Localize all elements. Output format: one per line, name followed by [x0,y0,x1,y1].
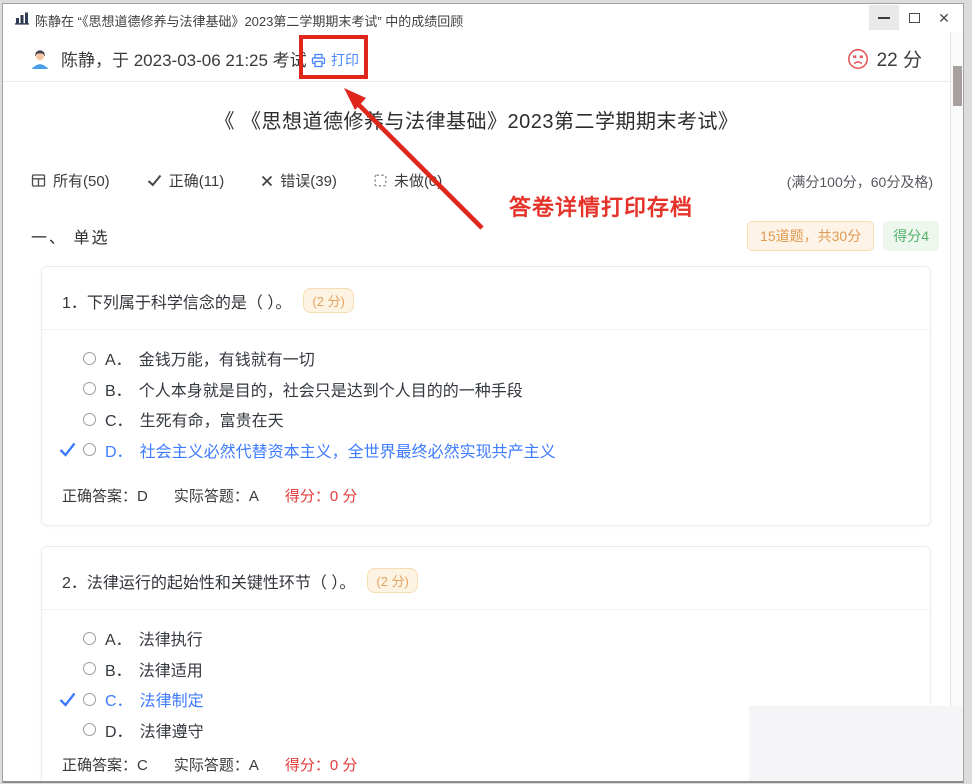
sad-face-icon [847,48,869,70]
radio-icon[interactable] [83,412,96,426]
filter-wrong[interactable]: 错误(39) [261,170,337,191]
radio-icon[interactable] [83,382,96,396]
question-score: 得分：0 分 [284,757,358,774]
question-score: 得分：0 分 [284,488,358,505]
window-controls: ✕ [869,5,959,30]
print-label: 打印 [331,52,359,68]
option-letter: B． [105,382,132,400]
radio-icon[interactable] [83,443,96,457]
check-icon [147,174,162,187]
question-stem-row: 1．下列属于科学信念的是（ ）。 (2 分) [62,288,914,313]
question-1-answer-row: 正确答案：D 实际答题：A 得分：0 分 [62,485,357,506]
filter-undone[interactable]: 未做(0) [374,170,442,191]
filter-tabs: 所有(50) 正确(11) 错误(39) 未做(0) [31,170,442,191]
scrollbar-thumb[interactable] [953,66,962,106]
option-a[interactable]: A． 法律执行 [59,623,914,654]
divider [42,329,930,330]
user-row: 陈静，于 2023-03-06 21:25 考试 [29,46,307,71]
points-badge: (2 分) [367,568,418,593]
filter-wrong-label: 错误(39) [280,173,337,190]
radio-icon[interactable] [83,351,96,365]
all-questions-icon [31,173,46,188]
option-letter: A． [105,352,132,370]
minimize-icon [878,16,890,19]
close-button[interactable]: ✕ [929,5,959,30]
section-count-badge: 15道题，共30分 [747,221,875,251]
question-stem-row: 2．法律运行的起始性和关键性环节（ ）。 (2 分) [62,568,914,593]
maximize-icon [908,12,920,23]
pass-note: (满分100分，60分及格) [786,174,933,190]
results-window: 陈静在 “《思想道德修养与法律基础》2023第二学期期末考试” 中的成绩回顾 ✕… [2,3,964,783]
question-2-stem: 2．法律运行的起始性和关键性环节（ ）。 [62,574,356,592]
total-score: 22 分 [847,45,922,72]
filter-all[interactable]: 所有(50) [31,170,110,191]
section-title: 一、 单选 [31,230,110,247]
points-badge: (2 分) [303,288,354,313]
filter-correct-label: 正确(11) [168,173,225,190]
option-letter: D． [105,443,133,461]
overlay-panel [749,706,963,781]
section-badges: 15道题，共30分 得分4 [747,221,939,251]
radio-icon[interactable] [83,723,96,737]
window-title: 陈静在 “《思想道德修养与法律基础》2023第二学期期末考试” 中的成绩回顾 [35,14,464,29]
option-text: 生死有命，富贵在天 [139,413,284,431]
exam-title: 《 《思想道德修养与法律基础》2023第二学期期末考试》 [214,111,739,133]
actual-answer: 实际答题：A [173,488,259,505]
cross-icon [261,175,273,187]
option-text: 法律适用 [138,662,203,680]
option-text: 个人本身就是目的，社会只是达到个人目的的一种手段 [138,382,523,400]
print-button[interactable]: 打印 [311,50,359,70]
vertical-scrollbar[interactable] [950,32,963,781]
minimize-button[interactable] [869,5,899,30]
question-2-answer-row: 正确答案：C 实际答题：A 得分：0 分 [62,754,357,775]
report-header: 陈静，于 2023-03-06 21:25 考试 打印 22 分 [3,32,950,82]
radio-icon[interactable] [83,631,96,645]
bar-chart-icon [15,11,29,25]
correct-check-icon [59,692,83,707]
question-1-options: A． 金钱万能，有钱就有一切 B． 个人本身就是目的，社会只是达到个人目的的一种… [59,343,914,465]
option-letter: C． [105,413,133,431]
filter-undone-label: 未做(0) [393,173,443,190]
option-letter: B． [105,662,132,680]
filter-correct[interactable]: 正确(11) [147,170,225,191]
correct-answer: 正确答案：D [62,488,148,505]
option-a[interactable]: A． 金钱万能，有钱就有一切 [59,343,914,374]
option-text: 法律遵守 [139,723,204,741]
option-text: 金钱万能，有钱就有一切 [138,352,315,370]
option-letter: A． [105,632,132,650]
option-letter: C． [105,693,133,711]
correct-answer: 正确答案：C [62,757,148,774]
annotation-callout: 答卷详情打印存档 [509,195,694,220]
radio-icon[interactable] [83,692,96,706]
total-score-value: 22 分 [876,50,922,71]
title-bar: 陈静在 “《思想道德修养与法律基础》2023第二学期期末考试” 中的成绩回顾 ✕ [3,4,963,32]
maximize-button[interactable] [899,5,929,30]
option-letter: D． [105,723,133,741]
actual-answer: 实际答题：A [173,757,259,774]
avatar-icon [29,48,51,70]
correct-check-icon [59,442,83,458]
option-d-correct[interactable]: D． 社会主义必然代替资本主义，全世界最终必然实现共产主义 [59,435,914,466]
option-c[interactable]: C． 生死有命，富贵在天 [59,404,914,435]
option-text: 社会主义必然代替资本主义，全世界最终必然实现共产主义 [139,443,556,461]
printer-icon [311,53,326,68]
option-b[interactable]: B． 个人本身就是目的，社会只是达到个人目的的一种手段 [59,374,914,405]
radio-icon[interactable] [83,662,96,676]
option-text: 法律执行 [138,632,203,650]
option-b[interactable]: B． 法律适用 [59,654,914,685]
divider [42,609,930,610]
section-row: 一、 单选 15道题，共30分 得分4 [31,221,939,251]
filter-all-label: 所有(50) [53,173,110,190]
question-card-1: 1．下列属于科学信念的是（ ）。 (2 分) A． 金钱万能，有钱就有一切 B．… [41,266,931,526]
question-1-stem: 1．下列属于科学信念的是（ ）。 [62,294,292,312]
section-score-badge: 得分4 [883,221,939,251]
user-exam-time: 陈静，于 2023-03-06 21:25 考试 [61,51,307,70]
dashed-square-icon [374,174,387,187]
option-text: 法律制定 [139,693,204,711]
close-icon: ✕ [938,9,950,26]
